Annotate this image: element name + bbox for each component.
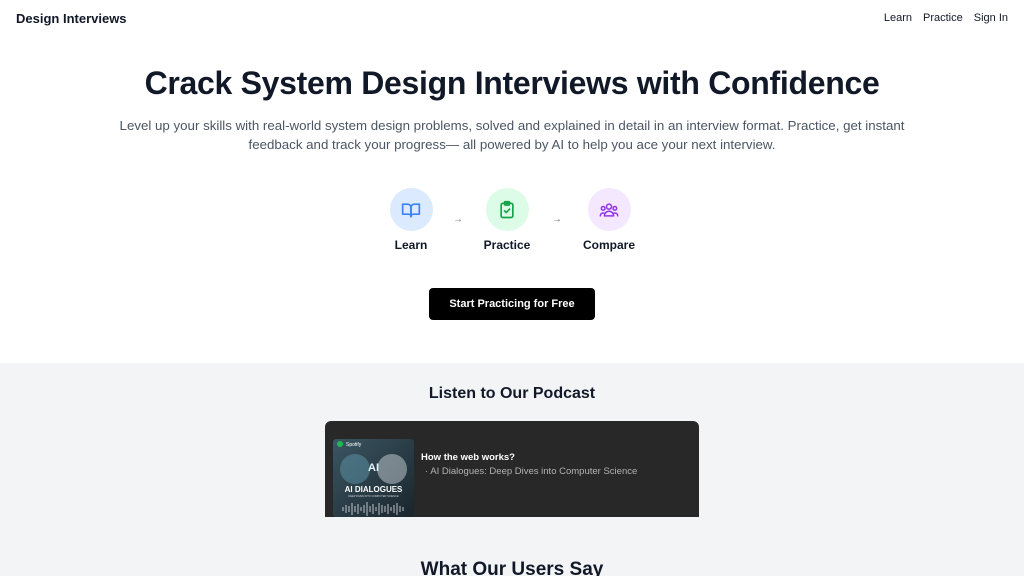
hero-subtitle: Level up your skills with real-world sys… <box>119 118 905 152</box>
clipboard-check-icon <box>485 188 529 231</box>
hero-title: Crack System Design Interviews with Conf… <box>144 65 880 101</box>
cover-mark-text: AI <box>368 462 379 474</box>
cover-brand-text: Spotify <box>346 442 362 448</box>
arrow-right-icon: → <box>552 214 562 225</box>
nav-link-practice[interactable]: Practice <box>923 12 963 24</box>
testimonials-title: What Our Users Say <box>420 559 604 576</box>
podcast-section: Listen to Our Podcast Spotify AI AI DIAL… <box>0 363 1024 576</box>
step-practice: Practice <box>462 188 552 252</box>
spotify-embed-player[interactable]: Spotify AI AI DIALOGUES DEEP DIVES INTO … <box>325 421 699 517</box>
nav-links: Learn Practice Sign In <box>884 12 1008 24</box>
start-practicing-button[interactable]: Start Practicing for Free <box>429 288 595 320</box>
step-label-learn: Learn <box>394 238 428 252</box>
arrow-right-icon: → <box>453 214 463 225</box>
step-learn: Learn <box>366 188 456 252</box>
steps-row: Learn Practice Compare <box>0 188 1024 258</box>
book-icon <box>389 188 433 231</box>
hero-section: Crack System Design Interviews with Conf… <box>0 64 1024 154</box>
step-label-compare: Compare <box>582 238 635 252</box>
brand-logo[interactable]: Design Interviews <box>16 11 127 26</box>
nav-link-sign-in[interactable]: Sign In <box>974 12 1008 24</box>
step-label-practice: Practice <box>483 238 531 252</box>
cover-subtitle-text: DEEP DIVES INTO COMPUTER SCIENCE <box>348 494 398 498</box>
navbar: Design Interviews Learn Practice Sign In <box>0 0 1024 36</box>
podcast-cover-image[interactable]: Spotify AI AI DIALOGUES DEEP DIVES INTO … <box>333 439 414 517</box>
step-compare: Compare <box>564 188 654 252</box>
podcast-section-title: Listen to Our Podcast <box>428 385 596 402</box>
podcast-show-name[interactable]: · AI Dialogues: Deep Dives into Computer… <box>425 466 637 477</box>
users-icon <box>587 188 631 231</box>
nav-link-learn[interactable]: Learn <box>884 12 912 24</box>
cover-title-text: AI DIALOGUES <box>345 485 403 494</box>
episode-title[interactable]: How the web works? <box>421 452 515 463</box>
